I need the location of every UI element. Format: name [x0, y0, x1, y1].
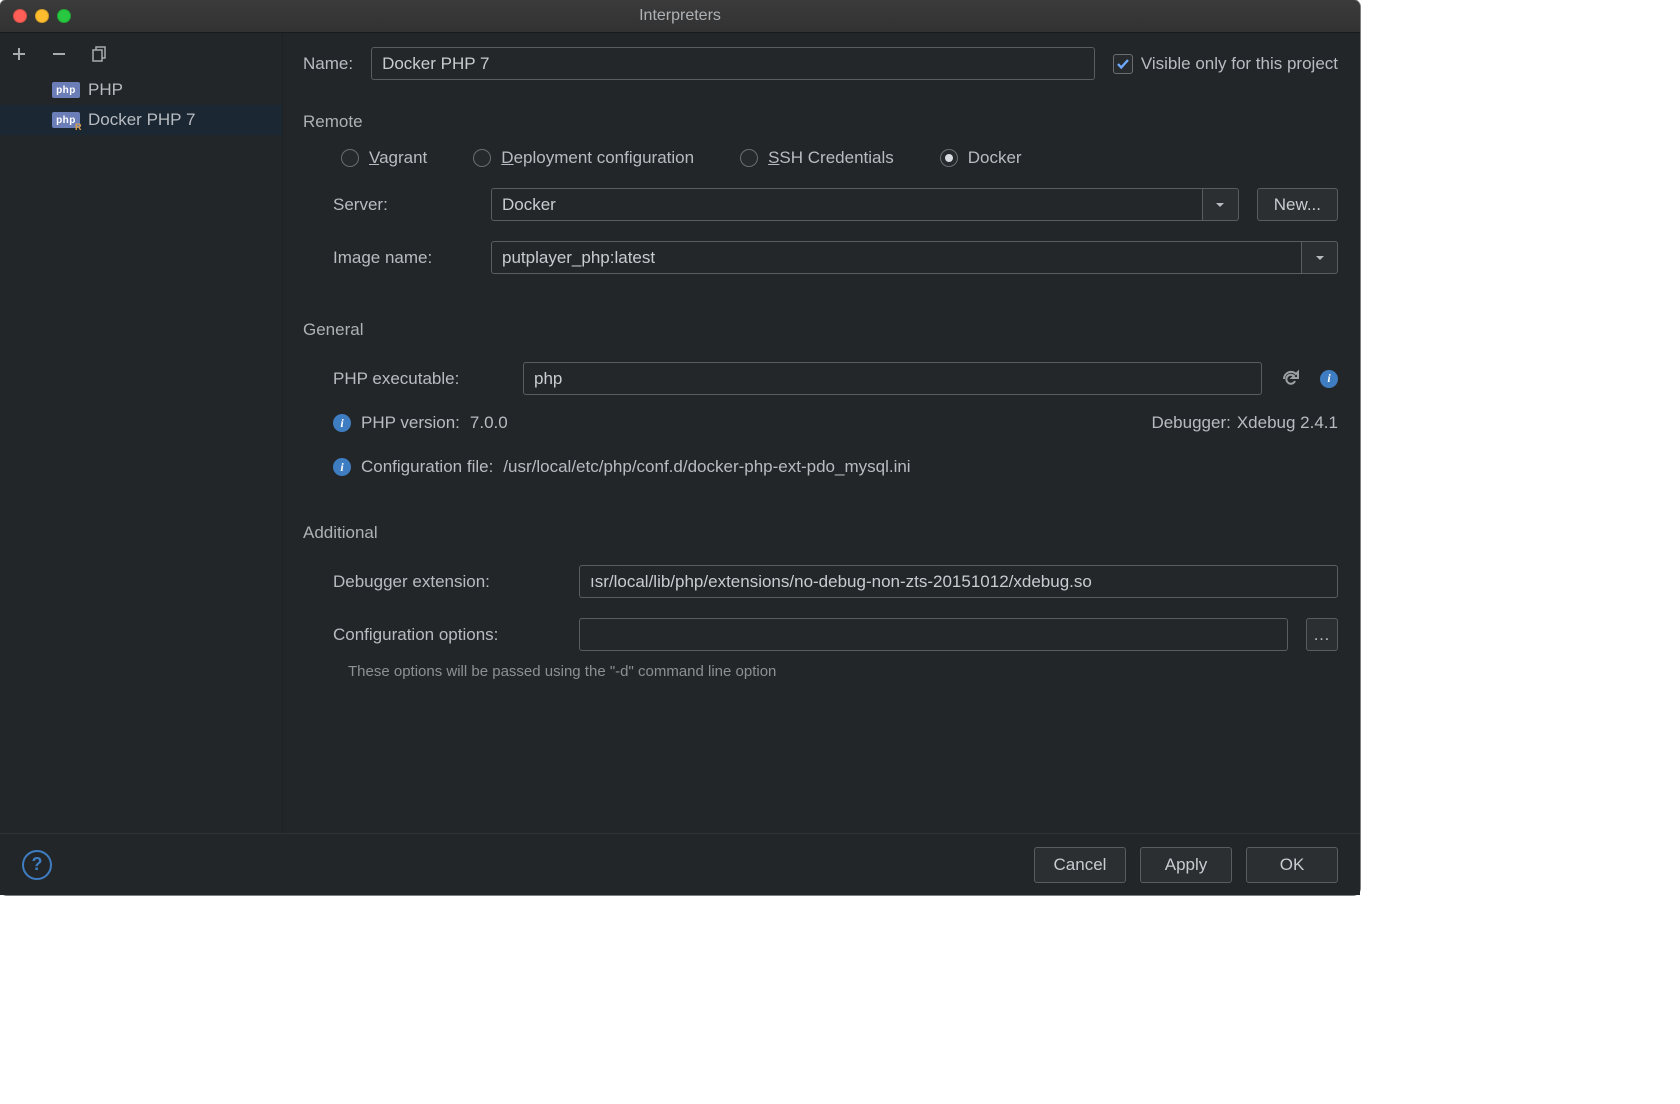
interpreter-list: php PHP phpR Docker PHP 7: [0, 71, 282, 135]
content-panel: Name: Visible only for this project Remo…: [283, 33, 1360, 833]
info-icon: i: [333, 458, 351, 476]
interpreters-dialog: Interpreters php PHP ph: [0, 0, 1360, 895]
radio-ssh[interactable]: SSH Credentials: [740, 148, 894, 168]
php-icon: php: [52, 82, 80, 98]
radio-docker[interactable]: Docker: [940, 148, 1022, 168]
copy-button[interactable]: [88, 43, 110, 65]
php-exe-label: PHP executable:: [333, 369, 505, 389]
help-button[interactable]: ?: [22, 850, 52, 880]
radio-vagrant[interactable]: Vagrant: [341, 148, 427, 168]
config-file-value: /usr/local/etc/php/conf.d/docker-php-ext…: [503, 457, 910, 477]
server-label: Server:: [333, 195, 473, 215]
php-version-value: 7.0.0: [470, 413, 508, 433]
config-opts-input[interactable]: [579, 618, 1288, 651]
radio-icon: [940, 149, 958, 167]
window-controls: [13, 9, 71, 23]
server-select[interactable]: [491, 188, 1203, 221]
list-item[interactable]: php PHP: [0, 75, 282, 105]
image-name-select[interactable]: [491, 241, 1302, 274]
add-button[interactable]: [8, 43, 30, 65]
dbg-ext-input[interactable]: [579, 565, 1338, 598]
name-input[interactable]: [371, 47, 1095, 80]
radio-deployment[interactable]: Deployment configuration: [473, 148, 694, 168]
config-opts-label: Configuration options:: [333, 625, 561, 645]
cancel-button[interactable]: Cancel: [1034, 847, 1126, 883]
checkbox-icon: [1113, 54, 1133, 74]
list-item-label: PHP: [88, 80, 123, 100]
chevron-down-icon[interactable]: [1203, 188, 1239, 221]
apply-button[interactable]: Apply: [1140, 847, 1232, 883]
info-icon: i: [333, 414, 351, 432]
titlebar: Interpreters: [0, 0, 1360, 33]
remove-button[interactable]: [48, 43, 70, 65]
radio-icon: [473, 149, 491, 167]
maximize-icon[interactable]: [57, 9, 71, 23]
remote-type-radios: Vagrant Deployment configuration SSH Cre…: [303, 148, 1338, 168]
visible-only-label: Visible only for this project: [1141, 54, 1338, 74]
info-icon[interactable]: i: [1320, 370, 1338, 388]
debugger-value: Xdebug 2.4.1: [1237, 413, 1338, 433]
php-remote-icon: phpR: [52, 112, 80, 128]
reload-icon[interactable]: [1280, 368, 1302, 390]
php-exe-input[interactable]: [523, 362, 1262, 395]
php-version-label: PHP version:: [361, 413, 460, 433]
dbg-ext-label: Debugger extension:: [333, 572, 561, 592]
image-name-label: Image name:: [333, 248, 473, 268]
sidebar: php PHP phpR Docker PHP 7: [0, 33, 283, 833]
section-additional: Additional: [303, 523, 1338, 543]
config-opts-hint: These options will be passed using the "…: [303, 663, 1338, 680]
minimize-icon[interactable]: [35, 9, 49, 23]
chevron-down-icon[interactable]: [1302, 241, 1338, 274]
ok-button[interactable]: OK: [1246, 847, 1338, 883]
visible-only-checkbox[interactable]: Visible only for this project: [1113, 54, 1338, 74]
section-remote: Remote: [303, 112, 1338, 132]
new-server-button[interactable]: New...: [1257, 188, 1338, 221]
window-title: Interpreters: [639, 7, 721, 25]
close-icon[interactable]: [13, 9, 27, 23]
name-label: Name:: [303, 54, 353, 74]
list-item[interactable]: phpR Docker PHP 7: [0, 105, 282, 135]
radio-icon: [740, 149, 758, 167]
dialog-footer: ? Cancel Apply OK: [0, 833, 1360, 895]
section-general: General: [303, 320, 1338, 340]
config-file-label: Configuration file:: [361, 457, 493, 477]
radio-icon: [341, 149, 359, 167]
list-item-label: Docker PHP 7: [88, 110, 195, 130]
ellipsis-button[interactable]: …: [1306, 618, 1338, 651]
debugger-label: Debugger:: [1151, 413, 1230, 433]
sidebar-toolbar: [0, 33, 282, 71]
